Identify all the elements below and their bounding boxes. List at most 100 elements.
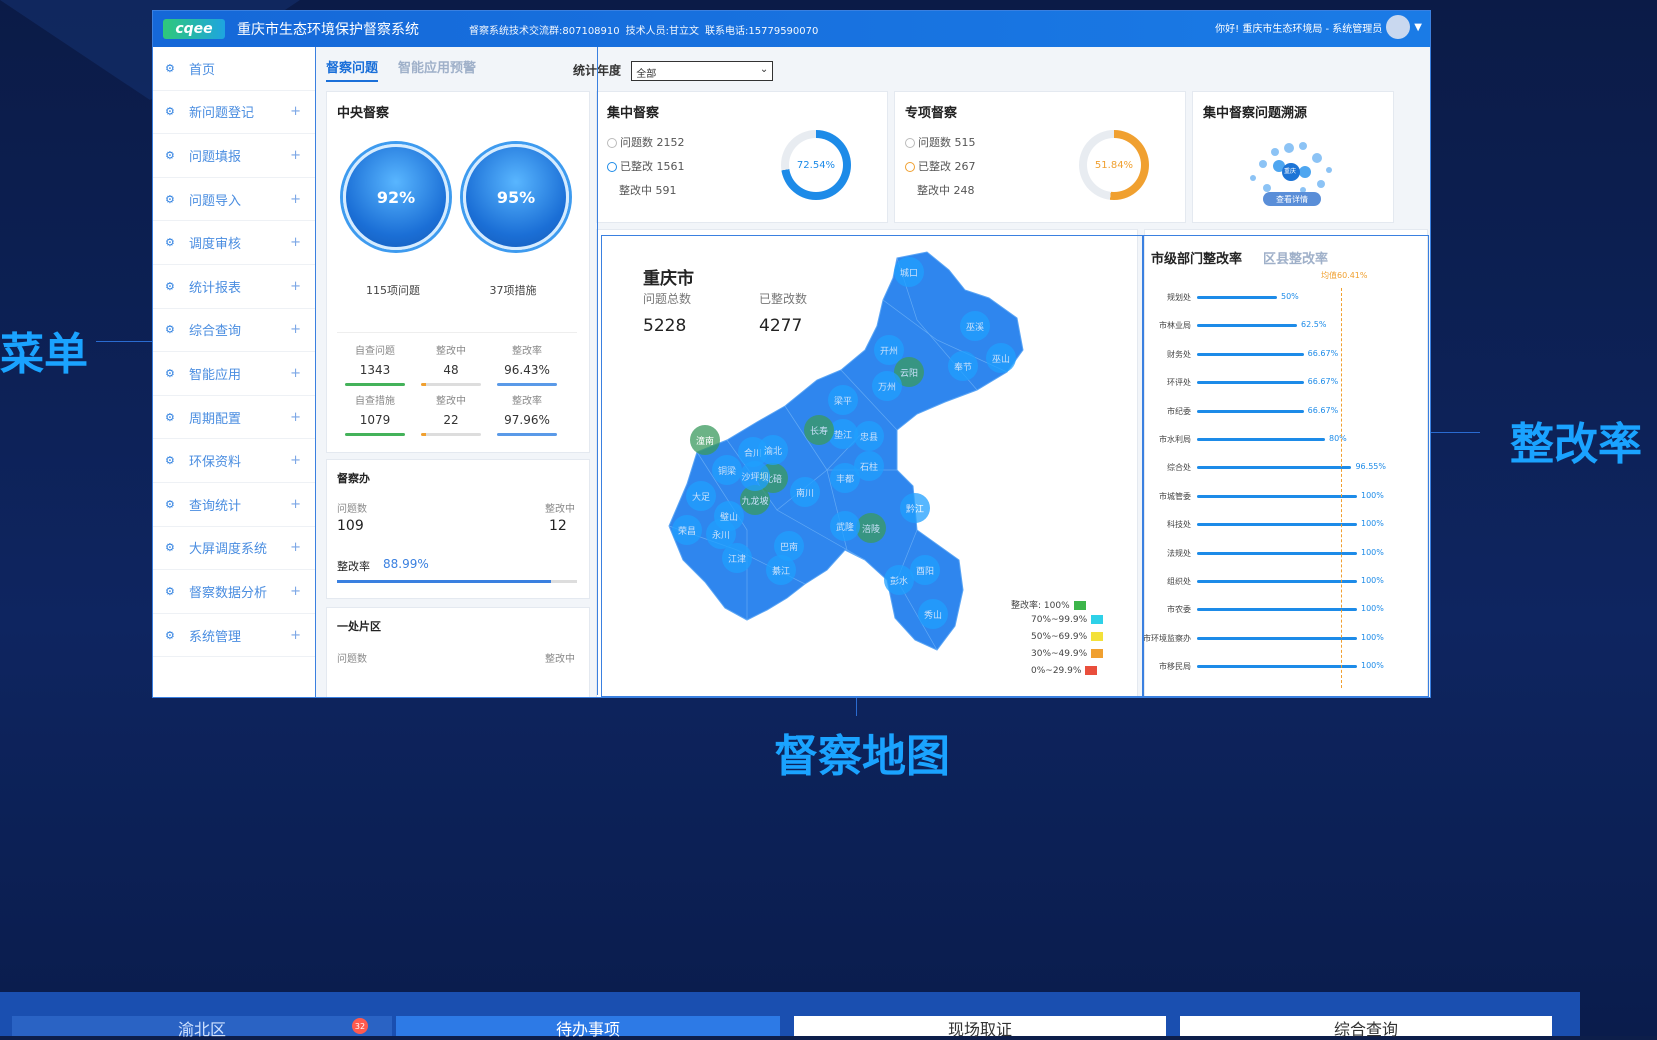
top-bar: cqee 重庆市生态环境保护督察系统 督察系统技术交流群:807108910 技… [153, 11, 1430, 47]
focus-fixing: 整改中 591 [619, 184, 677, 197]
gear-icon: ⚙ [165, 584, 175, 598]
sidebar-item-label: 周期配置 [189, 411, 242, 427]
gear-icon: ⚙ [165, 628, 175, 642]
gear-icon: ⚙ [165, 410, 175, 424]
bottom-card-evidence[interactable]: 现场取证 [794, 1016, 1166, 1039]
sidebar-item-label: 首页 [189, 62, 216, 78]
view-details-button[interactable]: 查看详情 [1263, 192, 1321, 206]
guide-line-map [856, 696, 857, 716]
sidebar-item-label: 统计报表 [189, 280, 242, 296]
special-issues: 问题数 515 [905, 134, 976, 150]
sidebar-item-label: 环保资料 [189, 455, 242, 471]
sidebar-item[interactable]: ⚙ 督察数据分析 + [153, 570, 315, 614]
sidebar-item[interactable]: ⚙ 系统管理 + [153, 614, 315, 658]
user-greeting: 你好! 重庆市生态环境局 - 系统管理员 [1215, 23, 1383, 35]
header-info-group: 督察系统技术交流群:807108910 [469, 25, 620, 37]
plus-icon[interactable]: + [290, 410, 301, 425]
gear-icon: ⚙ [165, 497, 175, 511]
gear-icon: ⚙ [165, 105, 175, 119]
guide-line-rate [1430, 432, 1480, 433]
gear-icon: ⚙ [165, 236, 175, 250]
header-info-tech: 技术人员:甘立文 [625, 25, 700, 37]
focus-fixed: 已整改 1561 [607, 158, 685, 174]
plus-icon[interactable]: + [290, 148, 301, 163]
sidebar-item[interactable]: ⚙ 周期配置 + [153, 396, 315, 440]
focus-rate-ring: 72.54% [781, 130, 851, 200]
plus-icon[interactable]: + [290, 279, 301, 294]
gear-icon: ⚙ [165, 148, 175, 162]
sidebar-item-label: 调度审核 [189, 237, 242, 253]
special-rate: 51.84% [1087, 138, 1141, 192]
year-select[interactable]: 全部 ⌄ [631, 61, 774, 81]
plus-icon[interactable]: + [290, 497, 301, 512]
sidebar-item-label: 大屏调度系统 [189, 542, 268, 558]
annotation-rate: 整改率 [1510, 419, 1642, 470]
annotation-menu: 菜单 [0, 329, 88, 380]
gear-icon: ⚙ [165, 279, 175, 293]
plus-icon[interactable]: + [290, 540, 301, 555]
sidebar-item-label: 督察数据分析 [189, 585, 268, 601]
chevron-down-icon: ⌄ [759, 64, 769, 75]
user-box[interactable]: 你好! 重庆市生态环境局 - 系统管理员 ▼ [1215, 15, 1422, 39]
bottom-card-todo[interactable]: 待办事项 [396, 1016, 780, 1039]
chevron-down-icon[interactable]: ▼ [1414, 22, 1422, 33]
focus-rate: 72.54% [789, 138, 843, 192]
sidebar-item[interactable]: ⚙ 环保资料 + [153, 439, 315, 483]
sidebar-item[interactable]: ⚙ 首页 [153, 47, 315, 91]
avatar[interactable] [1386, 15, 1411, 39]
sidebar-item[interactable]: ⚙ 统计报表 + [153, 265, 315, 309]
sidebar-item[interactable]: ⚙ 查询统计 + [153, 483, 315, 527]
gear-icon: ⚙ [165, 366, 175, 380]
sidebar-item-label: 智能应用 [189, 367, 242, 383]
focus-issues: 问题数 2152 [607, 134, 685, 150]
focus-title: 集中督察 [607, 106, 660, 121]
selection-box-map [601, 235, 1143, 697]
sidebar-item[interactable]: ⚙ 新问题登记 + [153, 91, 315, 135]
trace-panel: 集中督察问题溯源 重庆 查看详情 [1192, 91, 1394, 223]
special-rate-ring: 51.84% [1079, 130, 1149, 200]
focus-panel: 集中督察 问题数 2152 已整改 1561 整改中 591 72.54% [596, 91, 888, 223]
gear-icon: ⚙ [165, 192, 175, 206]
sidebar-item[interactable]: ⚙ 综合查询 + [153, 309, 315, 353]
plus-icon[interactable]: + [290, 235, 301, 250]
bottom-card-district[interactable]: 渝北区 32 [12, 1016, 392, 1039]
selection-box-rates [1143, 235, 1429, 697]
sidebar-item[interactable]: ⚙ 调度审核 + [153, 221, 315, 265]
sidebar-item-label: 综合查询 [189, 324, 242, 340]
special-title: 专项督察 [905, 106, 958, 121]
sidebar-item[interactable]: ⚙ 大屏调度系统 + [153, 527, 315, 571]
guide-line-menu [96, 341, 152, 342]
special-fixed: 已整改 267 [905, 158, 976, 174]
plus-icon[interactable]: + [290, 192, 301, 207]
sidebar-item-label: 系统管理 [189, 629, 242, 645]
plus-icon[interactable]: + [290, 322, 301, 337]
sidebar-item-label: 查询统计 [189, 498, 242, 514]
sidebar-item-label: 问题填报 [189, 149, 242, 165]
trace-center-label: 重庆 [1284, 168, 1297, 175]
annotation-map: 督察地图 [774, 731, 950, 782]
sidebar-item-label: 新问题登记 [189, 106, 255, 122]
notification-badge: 32 [352, 1018, 368, 1034]
logo: cqee [163, 19, 225, 39]
selection-box-left [315, 47, 598, 695]
special-fixing: 整改中 248 [917, 184, 975, 197]
sidebar-menu: ⚙ 首页 ⚙ 新问题登记 + ⚙ 问题填报 + ⚙ 问题导入 + ⚙ 调度审核 + ⚙ 统计报表 + ⚙ 综合查询 +… [153, 47, 316, 697]
plus-icon[interactable]: + [290, 584, 301, 599]
plus-icon[interactable]: + [290, 628, 301, 643]
plus-icon[interactable]: + [290, 104, 301, 119]
special-panel: 专项督察 问题数 515 已整改 267 整改中 248 51.84% [894, 91, 1186, 223]
system-title: 重庆市生态环境保护督察系统 [237, 22, 419, 38]
bottom-card-query[interactable]: 综合查询 [1180, 1016, 1552, 1039]
sidebar-item[interactable]: ⚙ 问题填报 + [153, 134, 315, 178]
year-filter: 统计年度 全部 ⌄ [573, 61, 774, 81]
sidebar-item[interactable]: ⚙ 智能应用 + [153, 352, 315, 396]
gear-icon: ⚙ [165, 61, 175, 75]
gear-icon: ⚙ [165, 541, 175, 555]
header-info-phone: 联系电话:15779590070 [705, 25, 819, 37]
sidebar-item[interactable]: ⚙ 问题导入 + [153, 178, 315, 222]
plus-icon[interactable]: + [290, 453, 301, 468]
app-screen: cqee 重庆市生态环境保护督察系统 督察系统技术交流群:807108910 技… [152, 10, 1431, 698]
gear-icon: ⚙ [165, 454, 175, 468]
plus-icon[interactable]: + [290, 366, 301, 381]
gear-icon: ⚙ [165, 323, 175, 337]
